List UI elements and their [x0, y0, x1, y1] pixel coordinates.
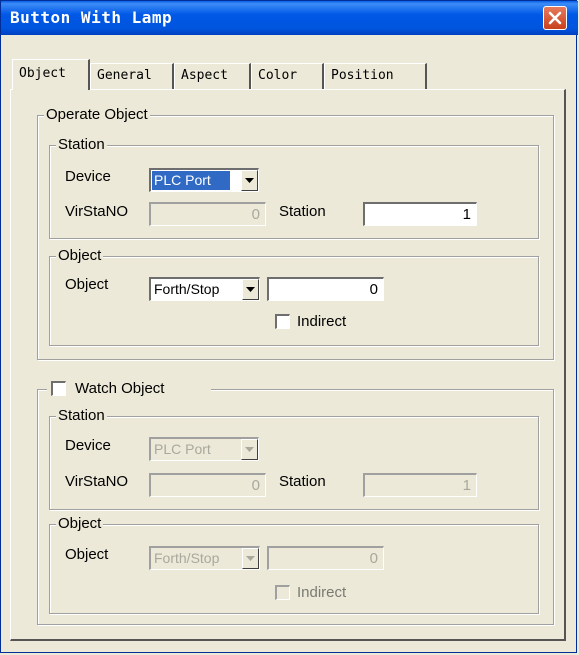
watch-address-field[interactable]: 0: [267, 546, 384, 570]
operate-device-dropdown-button[interactable]: [241, 170, 258, 191]
operate-object-label: Object: [65, 276, 109, 293]
watch-device-select[interactable]: PLC Port: [149, 437, 259, 461]
watch-indirect-checkbox[interactable]: [275, 585, 290, 600]
watch-object-checkbox[interactable]: [51, 381, 66, 396]
tab-general[interactable]: General: [90, 63, 174, 89]
operate-station-legend: Station: [56, 135, 107, 155]
watch-device-dropdown-button[interactable]: [241, 439, 258, 460]
window-title: Button With Lamp: [10, 8, 173, 27]
watch-station-field[interactable]: 1: [363, 473, 477, 497]
operate-address-field[interactable]: 0: [267, 277, 384, 301]
operate-device-select[interactable]: PLC Port: [149, 168, 259, 192]
tab-aspect[interactable]: Aspect: [174, 63, 251, 89]
operate-object-subgroup: Object: [49, 246, 539, 346]
watch-virstano-field[interactable]: 0: [149, 473, 266, 497]
operate-object-legend: Operate Object: [44, 105, 150, 125]
operate-object-sublegend: Object: [56, 246, 104, 266]
operate-object-select[interactable]: Forth/Stop: [149, 277, 260, 301]
watch-object-select[interactable]: Forth/Stop: [149, 546, 260, 570]
operate-indirect-label: Indirect: [297, 313, 347, 330]
watch-virstano-label: VirStaNO: [65, 473, 129, 490]
close-button[interactable]: [543, 6, 567, 30]
watch-object-value: Forth/Stop: [154, 550, 220, 566]
operate-station-label: Station: [279, 203, 326, 220]
watch-object-dropdown-button[interactable]: [242, 548, 259, 569]
operate-object-dropdown-button[interactable]: [242, 279, 259, 300]
watch-indirect-label: Indirect: [297, 584, 347, 601]
operate-virstano-label: VirStaNO: [65, 203, 129, 220]
operate-indirect-checkbox[interactable]: [275, 314, 290, 329]
watch-object-legend: Watch Object: [75, 380, 165, 397]
tab-object[interactable]: Object: [12, 59, 90, 90]
title-bar[interactable]: Button With Lamp: [1, 1, 578, 35]
operate-object-value: Forth/Stop: [154, 281, 220, 297]
operate-virstano-field[interactable]: 0: [149, 202, 266, 226]
operate-station-field[interactable]: 1: [363, 202, 477, 226]
watch-object-sublegend: Object: [56, 514, 104, 534]
watch-object-label: Object: [65, 546, 109, 563]
watch-station-label: Station: [279, 473, 326, 490]
dialog-window: Button With Lamp Object General Aspect C…: [0, 0, 578, 653]
operate-device-value: PLC Port: [152, 171, 230, 190]
watch-station-legend: Station: [56, 406, 107, 426]
tab-color[interactable]: Color: [251, 63, 324, 89]
watch-device-value: PLC Port: [154, 441, 211, 457]
operate-device-label: Device: [65, 168, 111, 185]
watch-object-legend-area: Watch Object: [47, 378, 211, 400]
watch-device-label: Device: [65, 437, 111, 454]
tab-position[interactable]: Position: [324, 63, 427, 89]
